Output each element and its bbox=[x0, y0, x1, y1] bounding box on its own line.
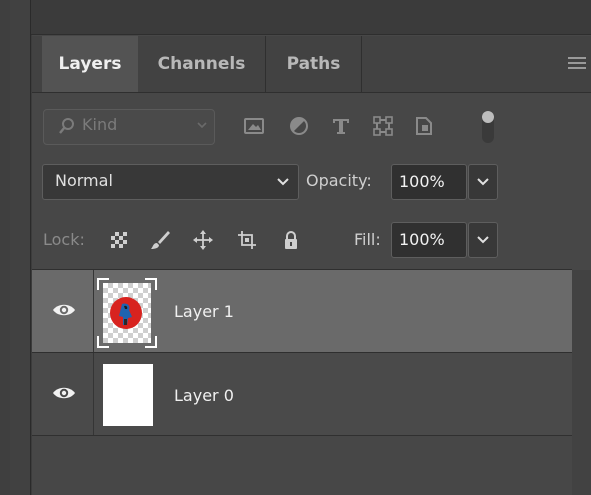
filter-toggle-icon[interactable] bbox=[480, 107, 496, 147]
fill-input[interactable]: 100% bbox=[391, 222, 467, 258]
chevron-down-icon bbox=[277, 178, 289, 186]
eye-icon[interactable] bbox=[52, 385, 76, 401]
layer-0-thumbnail[interactable] bbox=[103, 364, 153, 426]
panel-dock-gutter bbox=[10, 0, 31, 495]
layer-name-layer-1[interactable]: Layer 1 bbox=[174, 302, 234, 321]
smart-object-filter-icon[interactable] bbox=[413, 115, 435, 137]
lock-position-icon[interactable] bbox=[192, 229, 214, 251]
lock-transparent-pixels-icon[interactable] bbox=[108, 229, 130, 251]
chevron-down-icon bbox=[197, 122, 207, 129]
image-filter-icon[interactable] bbox=[243, 115, 265, 137]
chevron-down-icon bbox=[477, 236, 489, 244]
tab-layers[interactable]: Layers bbox=[42, 36, 138, 92]
visibility-column bbox=[32, 353, 94, 435]
fill-label: Fill: bbox=[354, 230, 381, 249]
panel-menu-icon[interactable] bbox=[566, 55, 588, 71]
opacity-input[interactable]: 100% bbox=[391, 164, 467, 200]
thumbnail-artwork bbox=[110, 297, 142, 329]
left-edge-strip bbox=[0, 0, 10, 495]
adjustment-filter-icon[interactable] bbox=[288, 115, 310, 137]
chevron-down-icon bbox=[477, 178, 489, 186]
blend-mode-value: Normal bbox=[55, 171, 113, 190]
opacity-label: Opacity: bbox=[306, 171, 372, 190]
tab-channels[interactable]: Channels bbox=[138, 36, 266, 92]
tab-paths[interactable]: Paths bbox=[266, 36, 362, 92]
panel-top-strip bbox=[31, 0, 591, 35]
filter-kind-label: Kind bbox=[82, 115, 118, 134]
lock-image-pixels-icon[interactable] bbox=[149, 229, 171, 251]
lock-all-icon[interactable] bbox=[280, 229, 302, 251]
panel-tab-bar: Layers Channels Paths bbox=[32, 36, 591, 93]
scrollbar[interactable] bbox=[572, 270, 591, 495]
layer-name-layer-0[interactable]: Layer 0 bbox=[174, 386, 234, 405]
divider bbox=[32, 435, 572, 436]
eye-icon[interactable] bbox=[52, 302, 76, 318]
lock-artboard-icon[interactable] bbox=[236, 229, 258, 251]
visibility-column bbox=[32, 270, 94, 352]
shape-filter-icon[interactable] bbox=[372, 115, 394, 137]
lock-label: Lock: bbox=[43, 230, 85, 249]
type-filter-icon[interactable] bbox=[330, 115, 352, 137]
search-icon bbox=[59, 118, 74, 134]
